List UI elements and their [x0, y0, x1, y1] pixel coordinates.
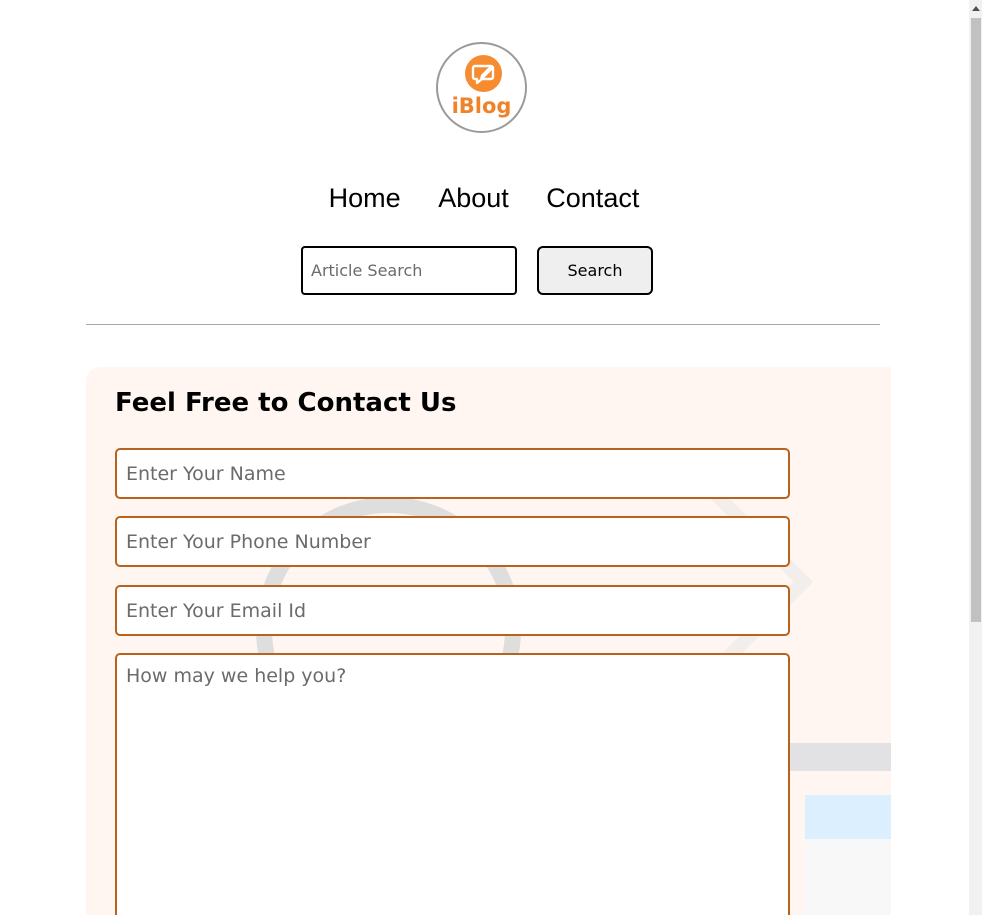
background-panel-decoration: [805, 839, 891, 915]
contact-heading: Feel Free to Contact Us: [115, 388, 457, 418]
logo-text: iBlog: [451, 94, 512, 118]
nav-item-about[interactable]: About: [438, 183, 509, 214]
search-button[interactable]: Search: [537, 246, 653, 295]
phone-field[interactable]: [115, 516, 790, 567]
scrollbar-thumb[interactable]: [971, 18, 981, 622]
site-logo[interactable]: iBlog: [436, 42, 527, 133]
article-search-input[interactable]: [301, 246, 517, 295]
background-panel-decoration: [805, 795, 891, 839]
message-field[interactable]: [115, 653, 790, 915]
page: iBlog Home About Contact Search Feel Fre…: [0, 0, 982, 915]
name-field[interactable]: [115, 448, 790, 499]
background-bar-decoration: [786, 743, 891, 771]
nav-item-home[interactable]: Home: [329, 183, 401, 214]
email-field[interactable]: [115, 585, 790, 636]
scroll-up-arrow-icon[interactable]: [972, 6, 980, 11]
vertical-scrollbar[interactable]: [969, 0, 982, 915]
header-divider: [86, 324, 880, 325]
contact-form-card: Feel Free to Contact Us: [86, 367, 891, 915]
main-nav: Home About Contact: [0, 183, 968, 214]
nav-item-contact[interactable]: Contact: [546, 183, 639, 214]
chat-pencil-icon: [465, 55, 502, 92]
